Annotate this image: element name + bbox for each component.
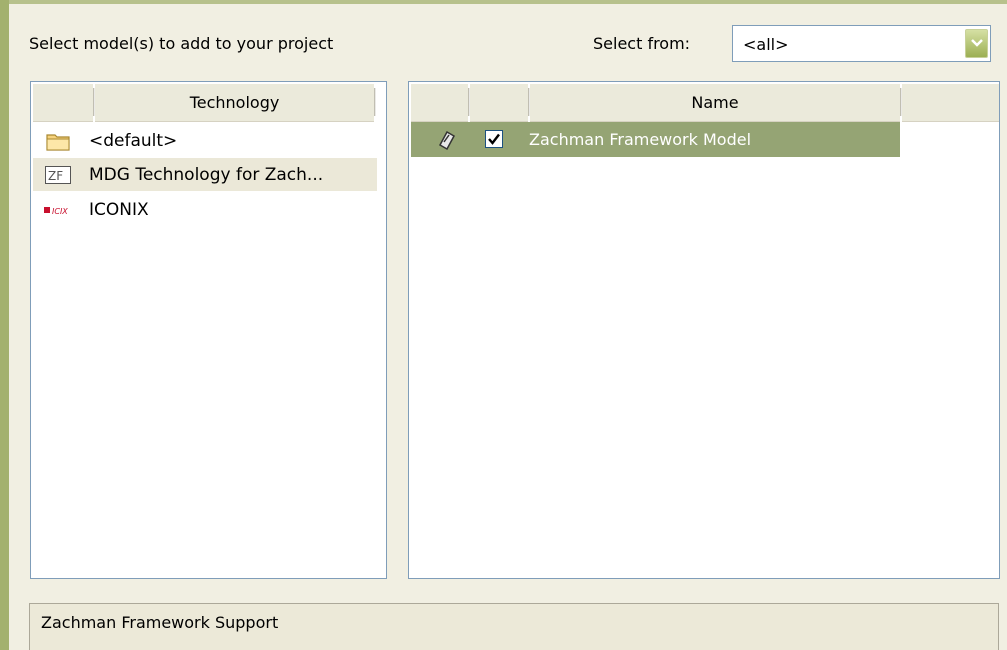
technology-item-default[interactable]: <default> — [33, 124, 377, 157]
model-icon — [436, 129, 458, 155]
technology-column-header[interactable]: Technology — [95, 84, 374, 122]
technology-item-label: <default> — [89, 130, 178, 151]
dropdown-arrow-button[interactable] — [965, 29, 988, 58]
iconix-icon: ICIX — [43, 199, 73, 221]
model-item-label: Zachman Framework Model — [529, 130, 752, 149]
column-separator[interactable] — [374, 88, 376, 116]
technology-list[interactable]: Technology <default> ZF MDG Technology f… — [30, 81, 387, 579]
select-from-dropdown[interactable]: <all> — [732, 25, 991, 62]
svg-text:ICIX: ICIX — [52, 207, 68, 216]
chevron-down-icon — [971, 39, 983, 47]
description-box: Zachman Framework Support — [29, 603, 999, 650]
folder-icon — [43, 130, 73, 152]
technology-icon-column-header[interactable] — [33, 84, 93, 122]
svg-text:ZF: ZF — [48, 169, 63, 183]
technology-item-label: ICONIX — [89, 199, 149, 220]
technology-item-label: MDG Technology for Zach... — [89, 164, 324, 185]
model-item-zachman[interactable]: Zachman Framework Model — [411, 122, 900, 157]
checkmark-icon — [488, 133, 500, 145]
model-icon-column-header[interactable] — [411, 84, 468, 122]
technology-item-iconix[interactable]: ICIX ICONIX — [33, 193, 377, 226]
select-models-label: Select model(s) to add to your project — [29, 34, 334, 53]
model-check-column-header[interactable] — [470, 84, 528, 122]
technology-item-mdg-zachman[interactable]: ZF MDG Technology for Zach... — [33, 158, 377, 191]
model-checkbox[interactable] — [485, 130, 503, 148]
empty-column-header — [902, 84, 999, 122]
window-left-border — [0, 0, 9, 650]
select-from-label: Select from: — [593, 34, 691, 53]
zf-technology-icon: ZF — [43, 164, 73, 186]
select-from-value: <all> — [743, 35, 789, 54]
description-text: Zachman Framework Support — [41, 613, 279, 632]
models-list[interactable]: Name Zachman Framework Model — [408, 81, 1000, 579]
name-column-header[interactable]: Name — [530, 84, 900, 122]
